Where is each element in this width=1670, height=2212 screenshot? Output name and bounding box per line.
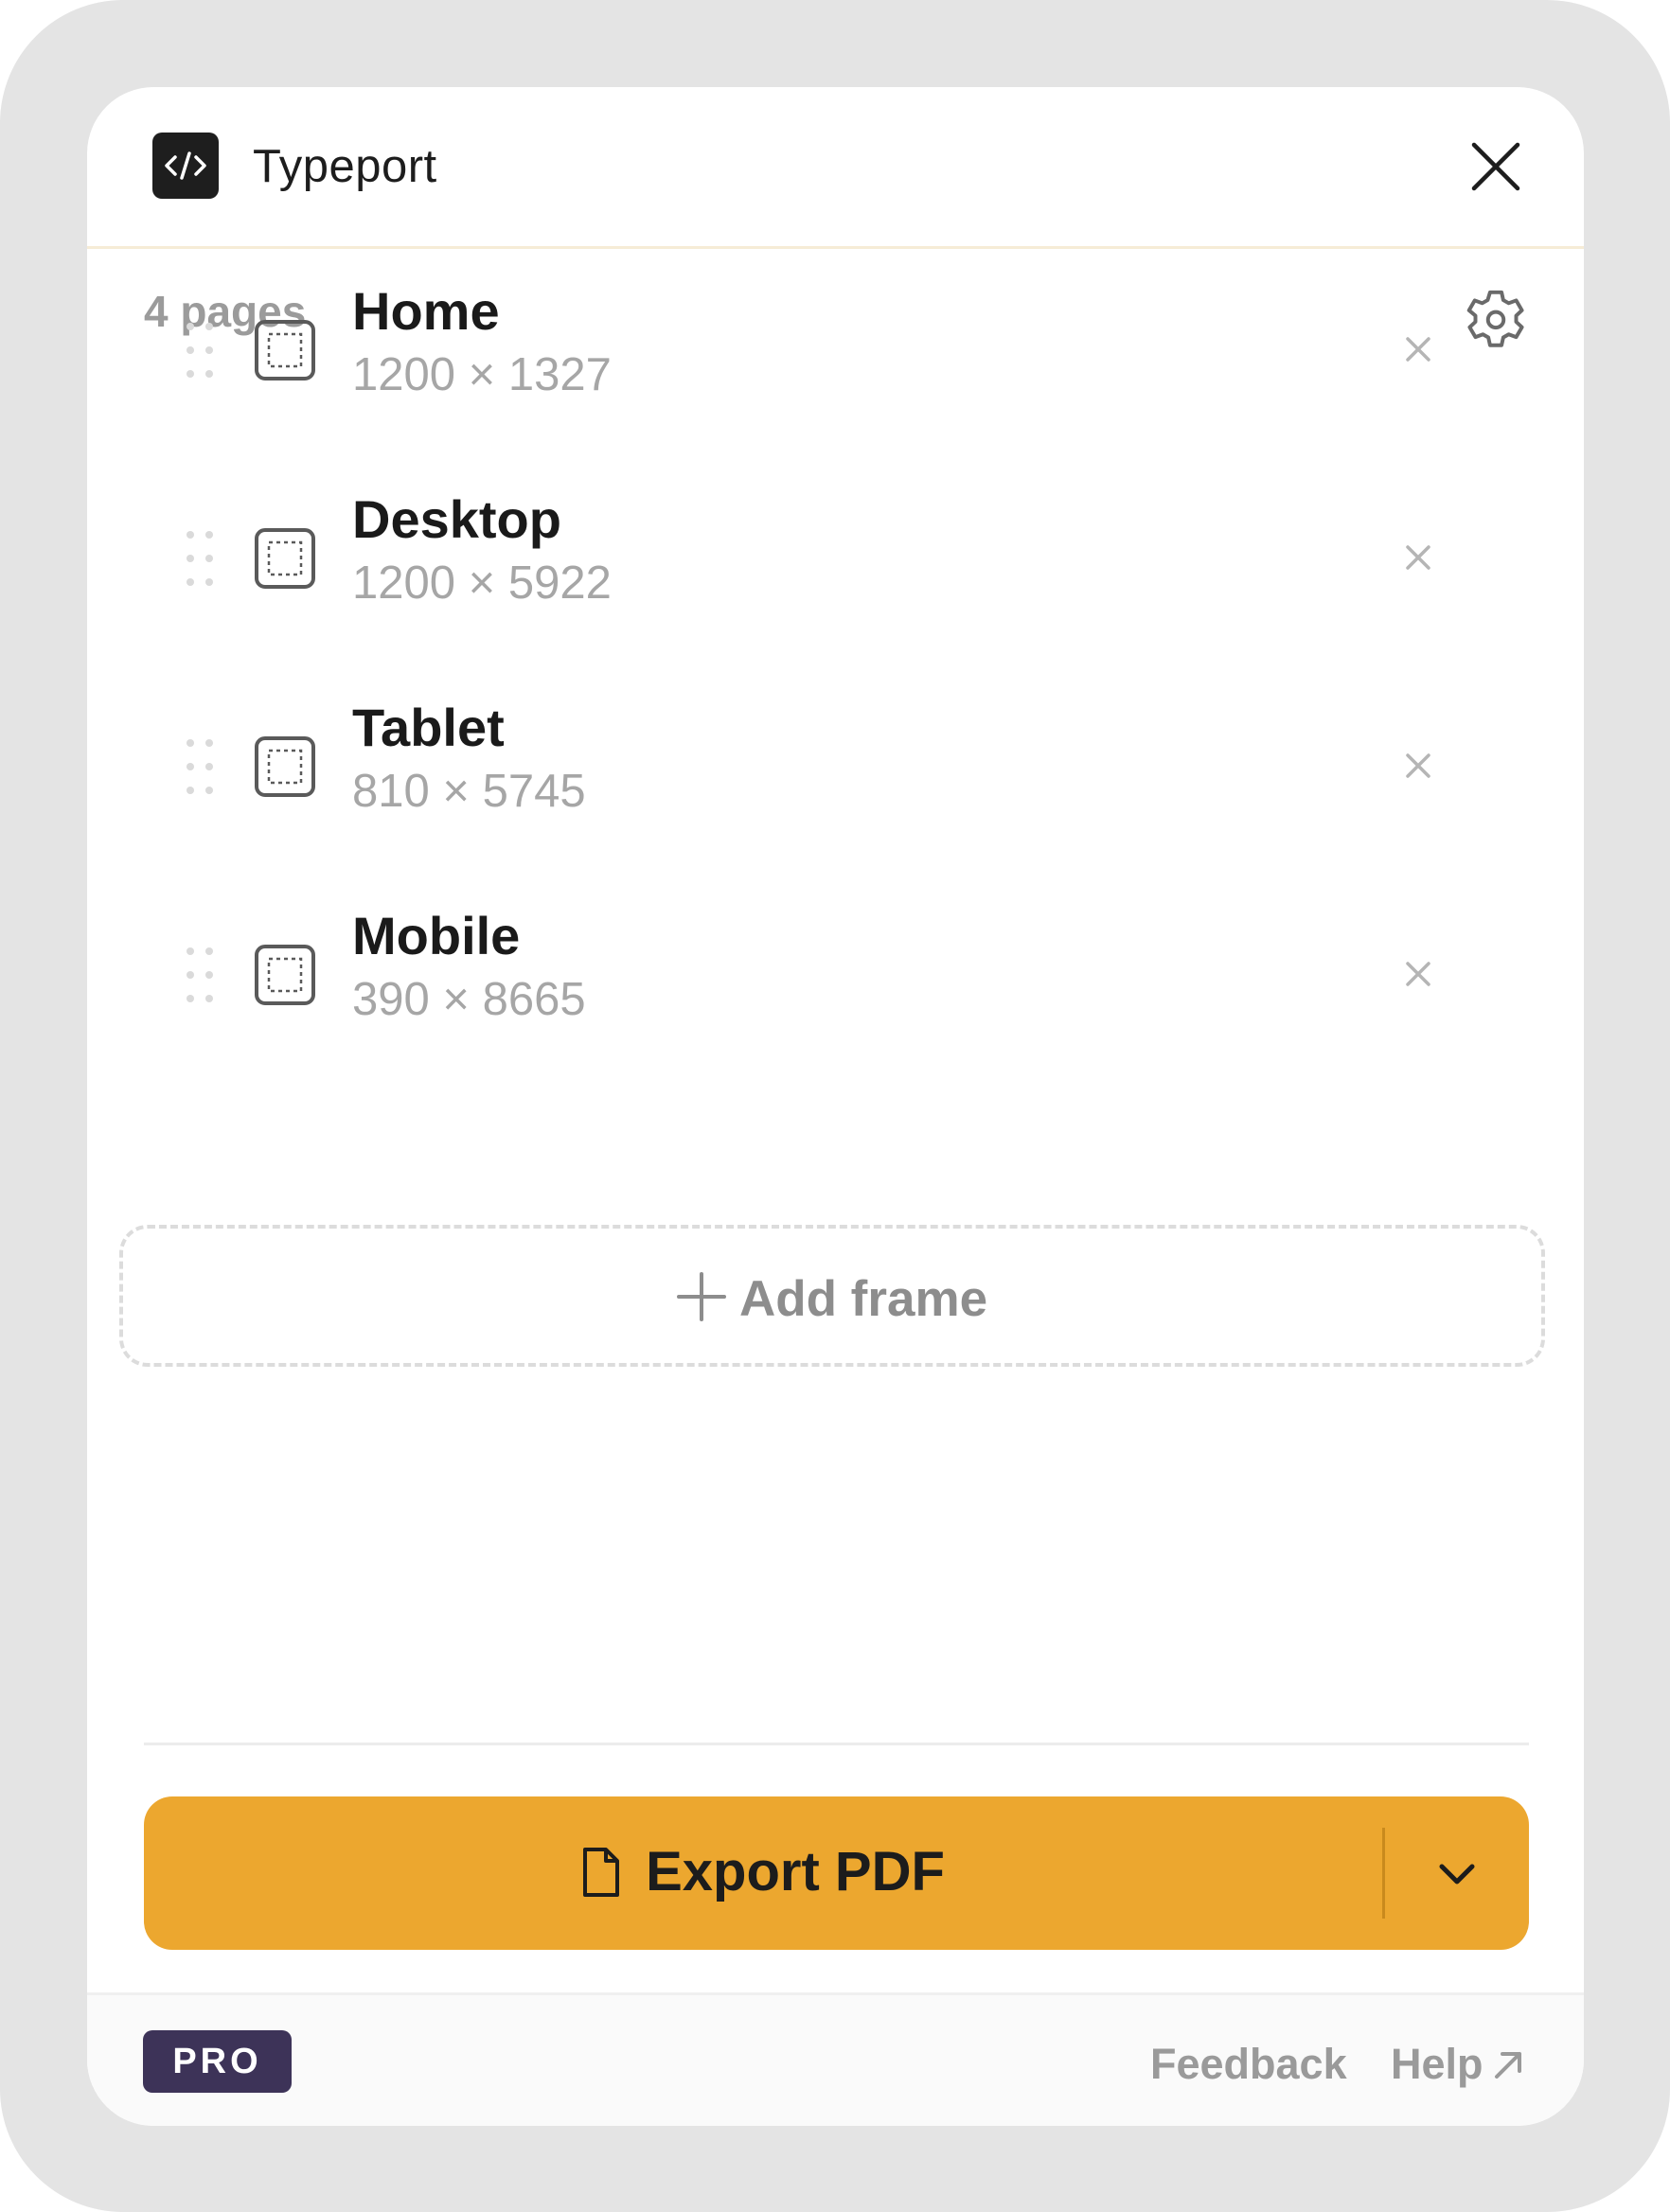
header: Typeport [87,87,1584,249]
export-button-group: Export PDF [144,1796,1529,1950]
frame-item[interactable]: Desktop 1200 × 5922 [87,475,1584,683]
remove-frame-button[interactable] [1396,327,1440,371]
frame-icon [254,735,316,798]
frame-item[interactable]: Home 1200 × 1327 [87,267,1584,475]
frame-name: Desktop [352,489,561,549]
help-label: Help [1391,2040,1483,2088]
frame-size: 1200 × 5922 [352,557,612,609]
close-icon [1406,545,1430,570]
export-pdf-label: Export PDF [646,1841,945,1902]
add-frame-button[interactable]: Add frame [119,1225,1545,1367]
close-icon [1406,962,1430,986]
export-options-button[interactable] [1385,1796,1529,1950]
remove-frame-button[interactable] [1396,536,1440,579]
frame-item[interactable]: Mobile 390 × 8665 [87,892,1584,1100]
frame-icon [254,319,316,381]
close-icon [1471,142,1520,191]
frame-size: 1200 × 1327 [352,349,612,400]
file-icon [583,1848,620,1897]
add-frame-label: Add frame [738,1271,988,1327]
window-frame: Typeport 4 pages Home 1200 × 1327 Deskto… [0,0,1670,2212]
remove-frame-button[interactable] [1396,744,1440,787]
frame-name: Tablet [352,698,505,757]
app-title: Typeport [253,141,437,192]
frame-size: 390 × 8665 [352,974,586,1025]
pro-badge: PRO [143,2030,292,2093]
frame-item[interactable]: Tablet 810 × 5745 [87,683,1584,892]
drag-handle-icon[interactable] [186,947,214,1003]
close-icon [1406,753,1430,778]
frame-icon [254,944,316,1006]
arrow-up-right-icon [1494,2052,1521,2079]
footer: PRO Feedback Help [87,1992,1584,2126]
frame-icon [254,527,316,590]
chevron-down-icon [1439,1864,1475,1885]
close-icon [1406,337,1430,362]
drag-handle-icon[interactable] [186,322,214,379]
add-frame-content: Add frame [123,1270,1541,1328]
divider [144,1743,1529,1745]
plugin-panel: Typeport 4 pages Home 1200 × 1327 Deskto… [87,87,1584,2126]
drag-handle-icon[interactable] [186,738,214,795]
export-pdf-content: Export PDF [144,1840,1382,1903]
export-pdf-button[interactable]: Export PDF [144,1796,1382,1950]
help-link[interactable]: Help [1391,2040,1525,2089]
plus-icon [676,1272,726,1321]
frame-size: 810 × 5745 [352,766,586,817]
frame-name: Mobile [352,906,521,965]
close-button[interactable] [1465,135,1527,198]
code-icon [152,133,219,199]
drag-handle-icon[interactable] [186,530,214,587]
feedback-link[interactable]: Feedback [1150,2040,1347,2089]
remove-frame-button[interactable] [1396,952,1440,996]
frame-name: Home [352,281,500,341]
